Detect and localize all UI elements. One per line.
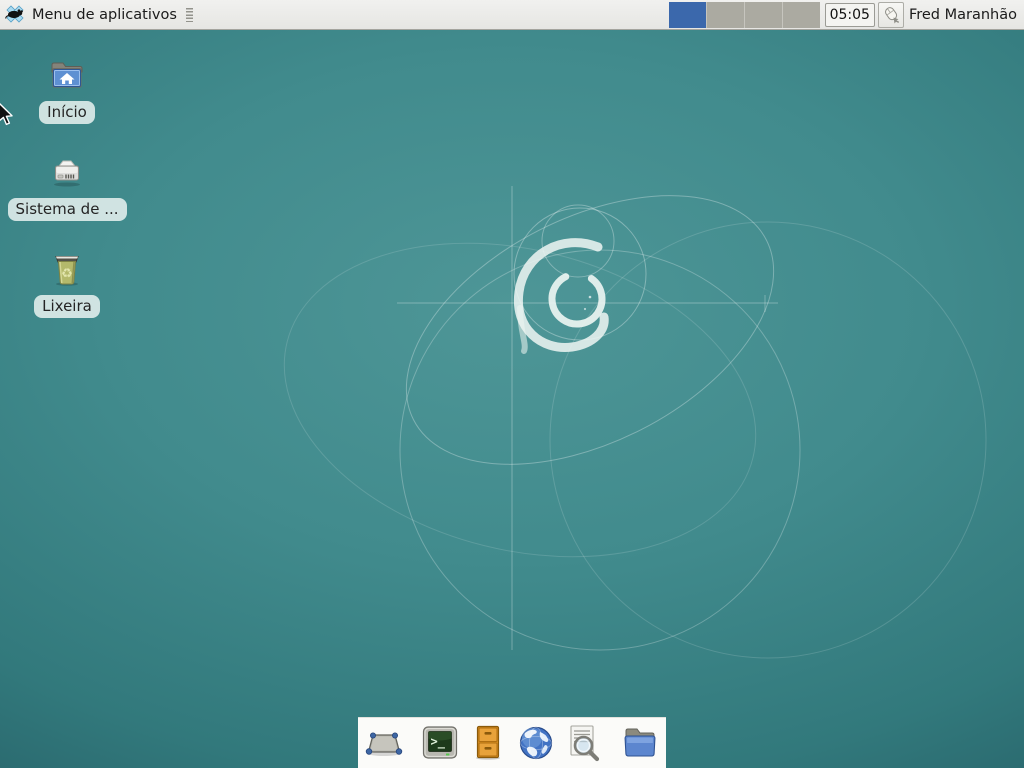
trash-icon: ♻ xyxy=(47,250,87,290)
show-desktop-button[interactable] xyxy=(364,723,404,763)
xfce-menu-icon xyxy=(4,4,26,26)
panel-grip-handle[interactable] xyxy=(186,8,193,22)
desktop-icon-label: Sistema de ... xyxy=(8,198,127,221)
desktop-icon-trash[interactable]: ♻ Lixeira xyxy=(21,250,113,318)
wallpaper-debian-lines xyxy=(0,0,1024,768)
action-mouse-button[interactable] xyxy=(878,2,904,28)
file-manager-icon xyxy=(620,723,660,763)
application-finder-launcher[interactable] xyxy=(564,723,604,763)
username-action-button[interactable]: Fred Maranhão xyxy=(909,7,1017,23)
debian-swirl xyxy=(518,243,611,351)
workspace-2[interactable] xyxy=(707,2,745,28)
desktop-icon-filesystem[interactable]: Sistema de ... xyxy=(21,153,113,221)
home-folder-icon xyxy=(47,56,87,96)
workspace-4[interactable] xyxy=(783,2,820,28)
desktop-icon-home[interactable]: Início xyxy=(21,56,113,124)
mouse-cursor xyxy=(0,102,21,128)
svg-text:♻: ♻ xyxy=(61,267,73,282)
terminal-icon: >_ xyxy=(420,723,460,763)
applications-menu-label: Menu de aplicativos xyxy=(32,7,177,23)
terminal-launcher[interactable]: >_ xyxy=(420,723,460,763)
workspace-3[interactable] xyxy=(745,2,783,28)
web-browser-launcher[interactable] xyxy=(516,723,556,763)
file-cabinet-launcher[interactable] xyxy=(468,723,508,763)
mouse-device-icon xyxy=(881,5,901,25)
file-cabinet-icon xyxy=(468,723,508,763)
desktop-icon-label: Lixeira xyxy=(34,295,100,318)
file-manager-launcher[interactable] xyxy=(620,723,660,763)
filesystem-drive-icon xyxy=(47,153,87,193)
show-desktop-icon xyxy=(364,723,404,763)
top-panel: Menu de aplicativos 05:05 Fred Maranhão xyxy=(0,0,1024,30)
desktop-icon-label: Início xyxy=(39,101,95,124)
svg-text:>_: >_ xyxy=(431,735,446,750)
workspace-switcher xyxy=(669,2,820,28)
bottom-dock-panel: >_ xyxy=(358,717,666,768)
workspace-1[interactable] xyxy=(669,2,707,28)
desktop-icon-list: Início Sistema de ... ♻ L xyxy=(21,56,113,347)
application-finder-icon xyxy=(564,723,604,763)
web-browser-icon xyxy=(516,723,556,763)
panel-clock[interactable]: 05:05 xyxy=(825,3,875,27)
applications-menu-button[interactable]: Menu de aplicativos xyxy=(0,0,198,29)
